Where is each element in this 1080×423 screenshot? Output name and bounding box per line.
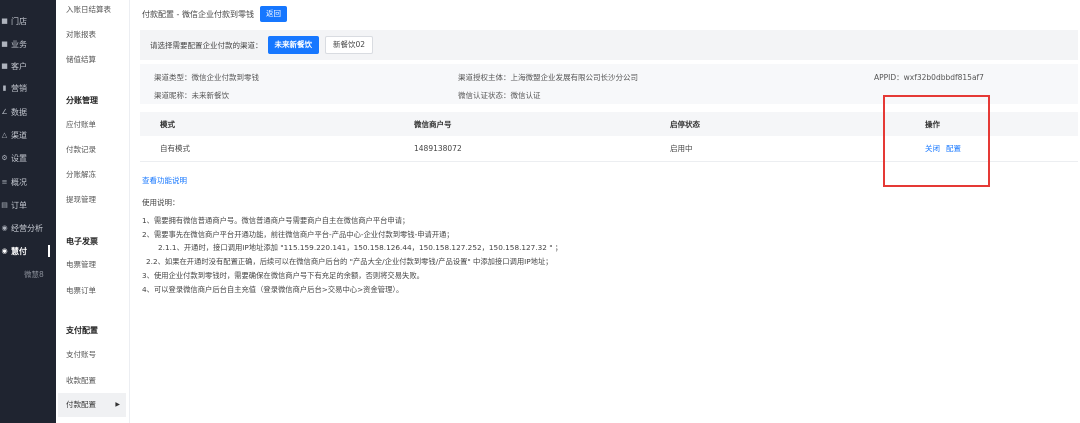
main-nav: ■ 门店 ■ 业务 ■ 客户 ▮ 营销 ∠ 数据 △ 渠道 ⚙ 设置 ≡ 概况 … [0,0,56,423]
nav-item-label: 设置 [11,153,27,163]
nav-item-label: 订单 [11,200,27,210]
business-icon: ■ [1,40,8,48]
column-header-status: 启停状态 [670,119,700,129]
menu-item-invoice-order[interactable]: 电票订单 [66,284,124,298]
cell-merchant-id: 1489138072 [414,144,462,153]
menu-item-receive-config[interactable]: 收款配置 [66,374,124,388]
nav-item-marketing[interactable]: ▮ 营销 [0,78,56,98]
nav-item-order[interactable]: ▤ 订单 [0,195,56,215]
marketing-icon: ▮ [2,84,7,92]
nav-item-business[interactable]: ■ 业务 [0,34,56,54]
nav-item-label: 数据 [11,107,27,117]
menu-item-payable[interactable]: 应付账单 [66,118,124,132]
nav-item-label: 客户 [11,61,27,71]
usage-line: 4、可以登录微信商户后台自主充值（登录微信商户后台>交易中心>资金管理）。 [142,285,404,294]
nav-item-label: 渠道 [11,130,27,140]
channel-authority: 渠道授权主体：上海微盟企业发展有限公司长沙分公司 [458,73,638,82]
channel-appid: APPID：wxf32b0dbbdf815af7 [874,73,984,82]
data-icon: ∠ [1,108,8,116]
main-content: 付款配置 - 微信企业付款到零钱 返回 请选择需要配置企业付款的渠道： 未来新餐… [138,0,1080,423]
nav-item-label: 营销 [11,83,27,93]
nav-item-customer[interactable]: ■ 客户 [0,56,56,76]
channel-option-active[interactable]: 未来新餐饮 [267,36,319,54]
menu-group-invoice: 电子发票 [66,237,98,246]
nav-item-overview[interactable]: ≡ 概况 [0,172,56,192]
customer-icon: ■ [1,62,8,70]
channel-cert-status: 微信认证状态：微信认证 [458,91,541,100]
analysis-icon: ◉ [1,224,8,232]
cell-status: 启用中 [670,144,693,153]
menu-item-withdraw[interactable]: 提现管理 [66,193,124,207]
channel-icon: △ [1,131,8,139]
nav-item-huifu[interactable]: ◉ 慧付 [0,241,56,261]
active-indicator [48,245,50,257]
secondary-menu: 入账日结算表 对账报表 储值结算 分账管理 应付账单 付款记录 分账解冻 提现管… [56,0,130,423]
channel-type: 渠道类型：微信企业付款到零钱 [154,73,259,82]
usage-line: 2、需要事先在微信商户平台开通功能，前往微信商户平台-产品中心-企业付款到零钱-… [142,230,454,239]
column-header-mode: 模式 [160,119,175,129]
nav-item-store[interactable]: ■ 门店 [0,11,56,31]
menu-item-settlement[interactable]: 入账日结算表 [66,3,124,17]
menu-item-unfreeze[interactable]: 分账解冻 [66,168,124,182]
channel-nickname: 渠道昵称：未来新餐饮 [154,91,229,100]
usage-line: 1、需要拥有微信普通商户号。微信普通商户号需要商户自主在微信商户平台申请； [142,216,410,225]
channel-option[interactable]: 新餐饮02 [325,36,374,54]
column-header-merchant-id: 微信商户号 [414,119,452,129]
menu-item-stored-value[interactable]: 储值结算 [66,53,124,67]
highlight-annotation [883,95,990,187]
nav-item-label: 门店 [11,16,27,26]
help-link[interactable]: 查看功能说明 [142,175,187,186]
nav-item-label: 经营分析 [11,223,43,233]
gear-icon: ⚙ [1,154,8,162]
nav-item-settings[interactable]: ⚙ 设置 [0,148,56,168]
menu-group-payconfig: 支付配置 [66,326,98,335]
nav-sub-label[interactable]: 微慧8 [24,269,44,280]
menu-item-label: 付款配置 [66,400,96,409]
nav-item-label: 慧付 [11,246,27,256]
usage-title: 使用说明： [142,198,180,207]
caret-right-icon: ▶ [115,401,120,408]
store-icon: ■ [1,17,8,25]
menu-item-pay-account[interactable]: 支付账号 [66,348,124,362]
cell-mode: 自有模式 [160,144,190,153]
menu-item-payment-config[interactable]: 付款配置 ▶ [58,393,126,417]
order-icon: ▤ [1,201,8,209]
channel-selector: 请选择需要配置企业付款的渠道： 未来新餐饮 新餐饮02 [140,30,1078,60]
menu-item-payment-record[interactable]: 付款记录 [66,143,124,157]
menu-item-reconcile[interactable]: 对账报表 [66,28,124,42]
page-title: 付款配置 - 微信企业付款到零钱 [142,9,254,19]
nav-item-data[interactable]: ∠ 数据 [0,102,56,122]
nav-item-label: 业务 [11,39,27,49]
usage-line: 2.1.1、开通时，接口调用IP地址添加 "115.159.220.141，15… [158,243,563,252]
huifu-icon: ◉ [1,247,8,255]
nav-item-analysis[interactable]: ◉ 经营分析 [0,218,56,238]
menu-item-invoice-manage[interactable]: 电票管理 [66,258,124,272]
back-button[interactable]: 返回 [259,6,287,22]
overview-icon: ≡ [1,178,8,186]
usage-line: 2.2、如果在开通时没有配置正确，后续可以在微信商户后台的 "产品大全/企业付款… [146,257,553,266]
menu-group-split: 分账管理 [66,96,98,105]
breadcrumb: 付款配置 - 微信企业付款到零钱 返回 [142,6,287,22]
nav-item-label: 概况 [11,177,27,187]
nav-item-channel[interactable]: △ 渠道 [0,125,56,145]
usage-line: 3、使用企业付款到零钱时，需要确保在微信商户号下有充足的余额，否则将交易失败。 [142,271,424,280]
channel-label: 请选择需要配置企业付款的渠道： [150,40,263,50]
